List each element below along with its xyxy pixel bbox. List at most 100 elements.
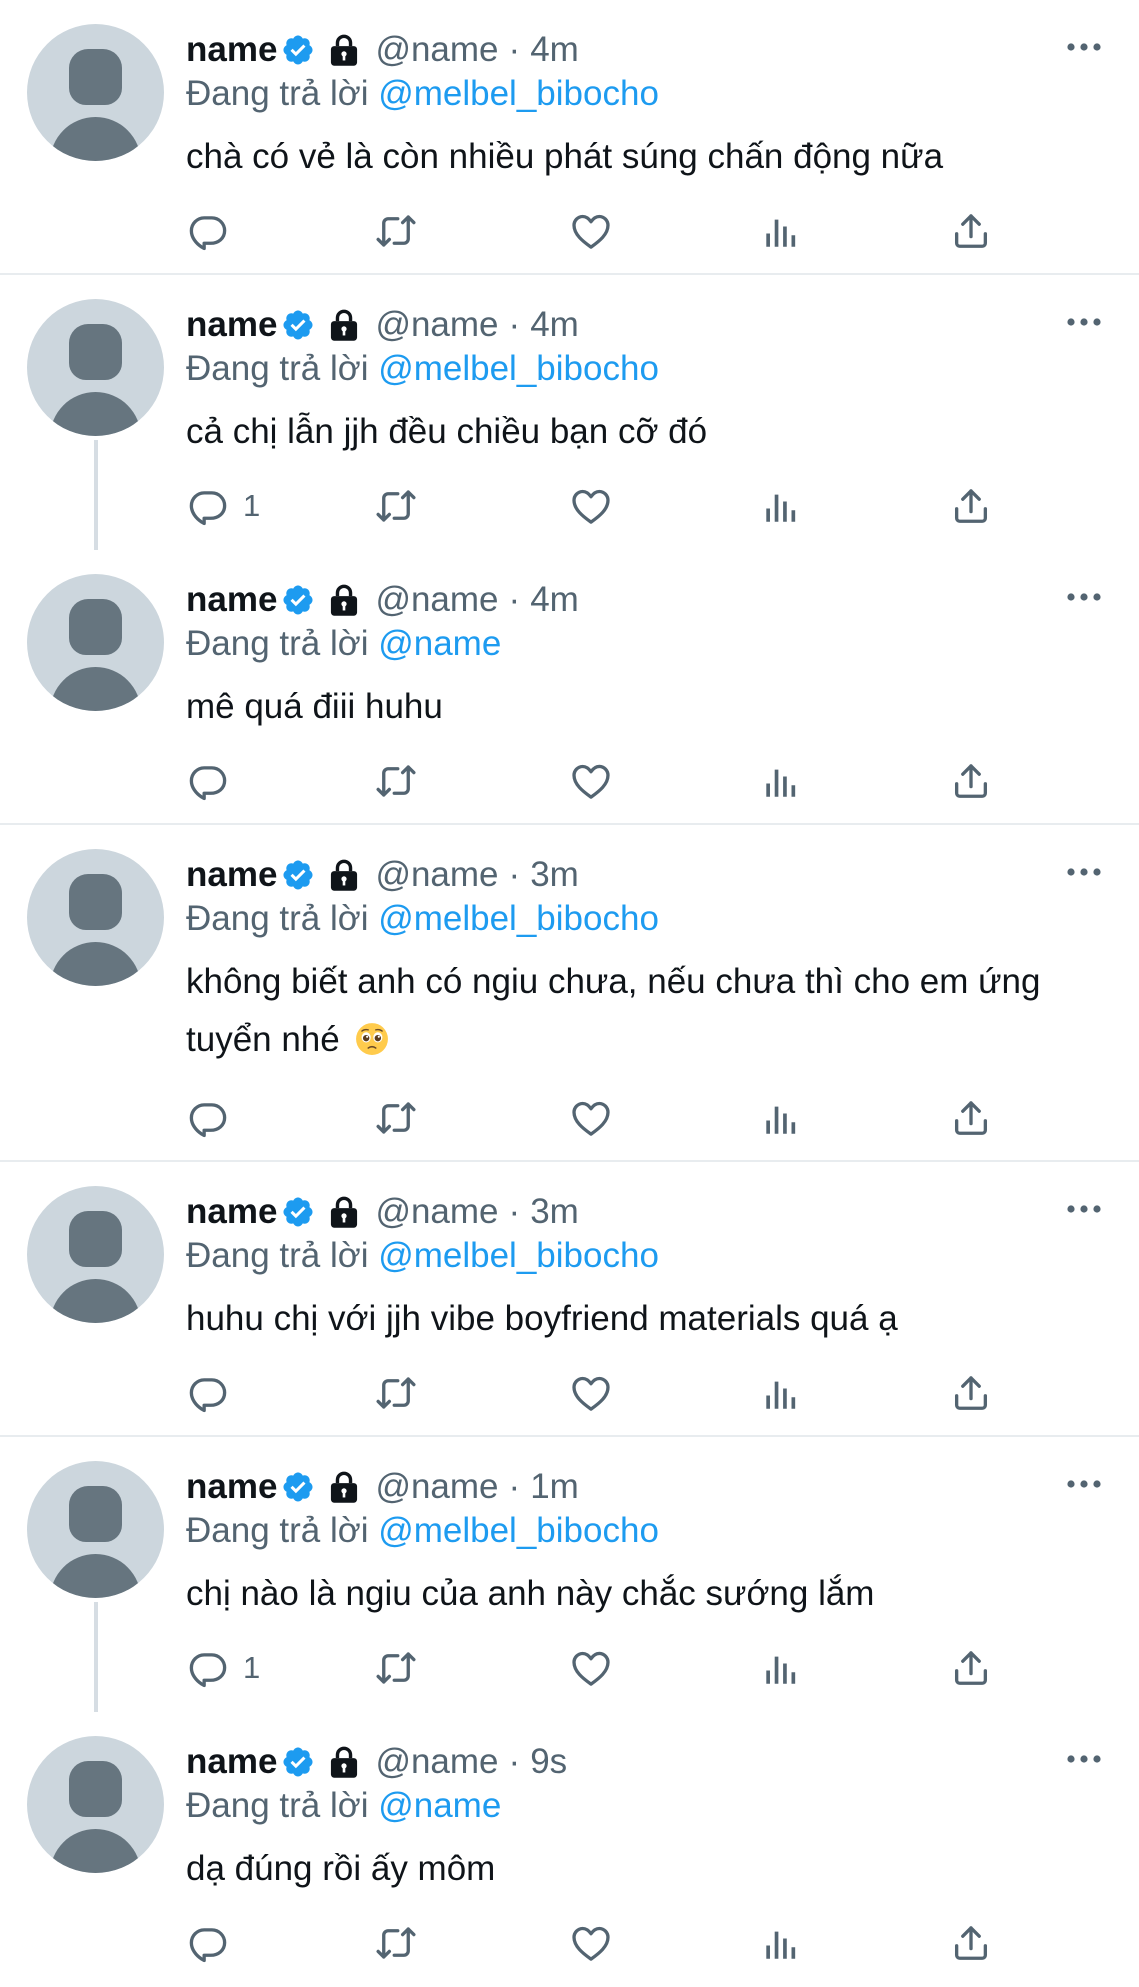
more-horizontal-icon[interactable] xyxy=(1066,1477,1102,1491)
user-handle[interactable]: @name xyxy=(375,305,498,345)
timestamp[interactable]: 3m xyxy=(530,855,579,895)
views-button[interactable] xyxy=(760,205,802,257)
avatar-shoulders xyxy=(50,1279,141,1323)
tweet[interactable]: name @name · 3m Đang trả lời @melbel_bib… xyxy=(0,1162,1139,1437)
more-horizontal-icon[interactable] xyxy=(1066,865,1102,879)
retweet-button[interactable] xyxy=(375,480,417,532)
share-button[interactable] xyxy=(950,480,992,532)
user-handle[interactable]: @name xyxy=(375,580,498,620)
views-button[interactable] xyxy=(760,755,802,807)
replying-to-label: Đang trả lời xyxy=(186,899,369,938)
share-icon xyxy=(954,214,988,248)
like-button[interactable] xyxy=(570,1092,612,1144)
replying-to-handle[interactable]: @melbel_bibocho xyxy=(378,1236,659,1275)
reply-button[interactable] xyxy=(187,755,229,807)
tweet[interactable]: name @name · 3m Đang trả lời @melbel_bib… xyxy=(0,825,1139,1162)
timestamp[interactable]: 3m xyxy=(530,1192,579,1232)
reply-button[interactable] xyxy=(187,1917,229,1969)
views-button[interactable] xyxy=(760,480,802,532)
more-horizontal-icon[interactable] xyxy=(1066,590,1102,604)
tweet[interactable]: name @name · 1m Đang trả lời @melbel_bib… xyxy=(0,1437,1139,1712)
timestamp[interactable]: 9s xyxy=(530,1742,567,1782)
retweet-button[interactable] xyxy=(375,1367,417,1419)
replying-to-handle[interactable]: @melbel_bibocho xyxy=(378,1511,659,1550)
reply-icon xyxy=(189,491,227,526)
tweet-text: chị nào là ngiu của anh này chắc sướng l… xyxy=(186,1565,1076,1623)
like-button[interactable] xyxy=(570,755,612,807)
reply-button[interactable]: 1 xyxy=(187,1642,260,1694)
reply-button[interactable] xyxy=(187,1367,229,1419)
share-button[interactable] xyxy=(950,755,992,807)
display-name[interactable]: name xyxy=(186,1742,277,1782)
user-handle[interactable]: @name xyxy=(375,30,498,70)
avatar[interactable] xyxy=(27,1461,164,1598)
display-name[interactable]: name xyxy=(186,855,277,895)
retweet-button[interactable] xyxy=(375,205,417,257)
like-button[interactable] xyxy=(570,1642,612,1694)
views-button[interactable] xyxy=(760,1367,802,1419)
share-button[interactable] xyxy=(950,1367,992,1419)
display-name[interactable]: name xyxy=(186,305,277,345)
lock-icon xyxy=(331,1746,358,1778)
share-button[interactable] xyxy=(950,1092,992,1144)
lock-icon xyxy=(331,859,358,891)
replying-to-handle[interactable]: @name xyxy=(378,624,501,663)
user-handle[interactable]: @name xyxy=(375,1192,498,1232)
avatar[interactable] xyxy=(27,299,164,436)
avatar-head xyxy=(69,599,122,655)
retweet-button[interactable] xyxy=(375,1917,417,1969)
avatar[interactable] xyxy=(27,1186,164,1323)
retweet-icon xyxy=(376,1377,416,1409)
avatar[interactable] xyxy=(27,1736,164,1873)
tweet[interactable]: name @name · 4m Đang trả lời @name mê qu… xyxy=(0,550,1139,825)
tweet-text-content: chà có vẻ là còn nhiều phát súng chấn độ… xyxy=(186,137,944,176)
more-horizontal-icon[interactable] xyxy=(1066,40,1102,54)
like-button[interactable] xyxy=(570,1367,612,1419)
display-name[interactable]: name xyxy=(186,1192,277,1232)
like-button[interactable] xyxy=(570,480,612,532)
user-handle[interactable]: @name xyxy=(375,1742,498,1782)
more-horizontal-icon[interactable] xyxy=(1066,315,1102,329)
more-horizontal-icon[interactable] xyxy=(1066,1202,1102,1216)
timestamp[interactable]: 1m xyxy=(530,1467,579,1507)
replying-to-handle[interactable]: @melbel_bibocho xyxy=(378,349,659,388)
tweet[interactable]: name @name · 9s Đang trả lời @name dạ đú… xyxy=(0,1712,1139,1987)
tweet[interactable]: name @name · 4m Đang trả lời @melbel_bib… xyxy=(0,275,1139,550)
reply-button[interactable] xyxy=(187,1092,229,1144)
share-icon xyxy=(954,1376,988,1410)
replying-to-handle[interactable]: @melbel_bibocho xyxy=(378,74,659,113)
like-button[interactable] xyxy=(570,1917,612,1969)
more-horizontal-icon[interactable] xyxy=(1066,1752,1102,1766)
views-icon xyxy=(766,219,796,247)
views-button[interactable] xyxy=(760,1642,802,1694)
display-name[interactable]: name xyxy=(186,580,277,620)
avatar[interactable] xyxy=(27,849,164,986)
user-handle[interactable]: @name xyxy=(375,855,498,895)
views-button[interactable] xyxy=(760,1092,802,1144)
reply-button[interactable]: 1 xyxy=(187,480,260,532)
avatar[interactable] xyxy=(27,574,164,711)
display-name[interactable]: name xyxy=(186,30,277,70)
share-button[interactable] xyxy=(950,1642,992,1694)
replying-to-handle[interactable]: @melbel_bibocho xyxy=(378,899,659,938)
display-name[interactable]: name xyxy=(186,1467,277,1507)
reply-button[interactable] xyxy=(187,205,229,257)
retweet-button[interactable] xyxy=(375,1092,417,1144)
tweet-text-content: không biết anh có ngiu chưa, nếu chưa th… xyxy=(186,962,1041,1059)
timestamp[interactable]: 4m xyxy=(530,580,579,620)
retweet-button[interactable] xyxy=(375,755,417,807)
like-button[interactable] xyxy=(570,205,612,257)
tweet[interactable]: name @name · 4m Đang trả lời @melbel_bib… xyxy=(0,0,1139,275)
share-button[interactable] xyxy=(950,1917,992,1969)
avatar[interactable] xyxy=(27,24,164,161)
separator-dot: · xyxy=(508,1467,521,1506)
timestamp[interactable]: 4m xyxy=(530,305,579,345)
reply-icon xyxy=(189,1653,227,1688)
replying-to: Đang trả lời @melbel_bibocho xyxy=(186,72,659,116)
replying-to-handle[interactable]: @name xyxy=(378,1786,501,1825)
share-button[interactable] xyxy=(950,205,992,257)
views-button[interactable] xyxy=(760,1917,802,1969)
timestamp[interactable]: 4m xyxy=(530,30,579,70)
user-handle[interactable]: @name xyxy=(375,1467,498,1507)
retweet-button[interactable] xyxy=(375,1642,417,1694)
